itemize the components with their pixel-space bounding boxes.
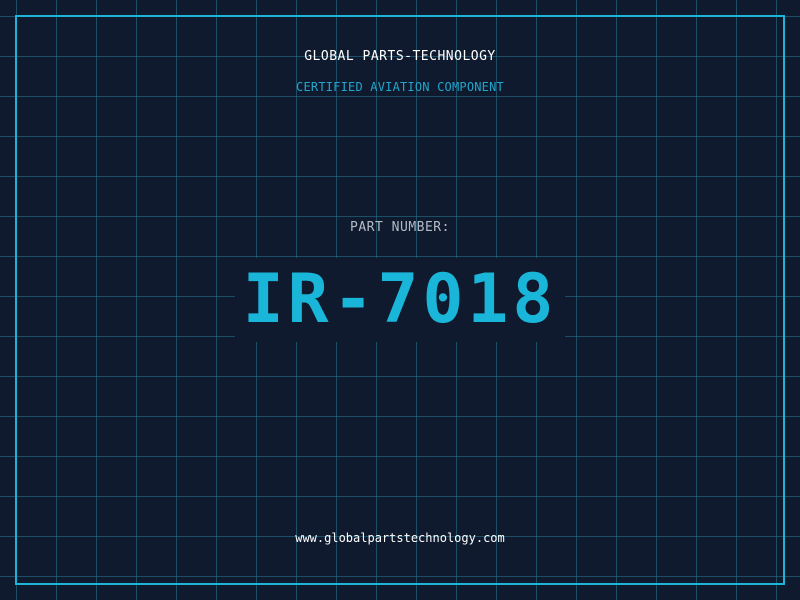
part-number-container: IR-7018 [0,258,800,342]
part-number-label: PART NUMBER: [350,220,450,235]
website-url: www.globalpartstechnology.com [295,531,505,545]
certification-tagline: CERTIFIED AVIATION COMPONENT [296,80,504,94]
company-name: GLOBAL PARTS-TECHNOLOGY [304,49,496,64]
part-number-value: IR-7018 [234,258,566,342]
part-card: GLOBAL PARTS-TECHNOLOGY CERTIFIED AVIATI… [0,0,800,600]
